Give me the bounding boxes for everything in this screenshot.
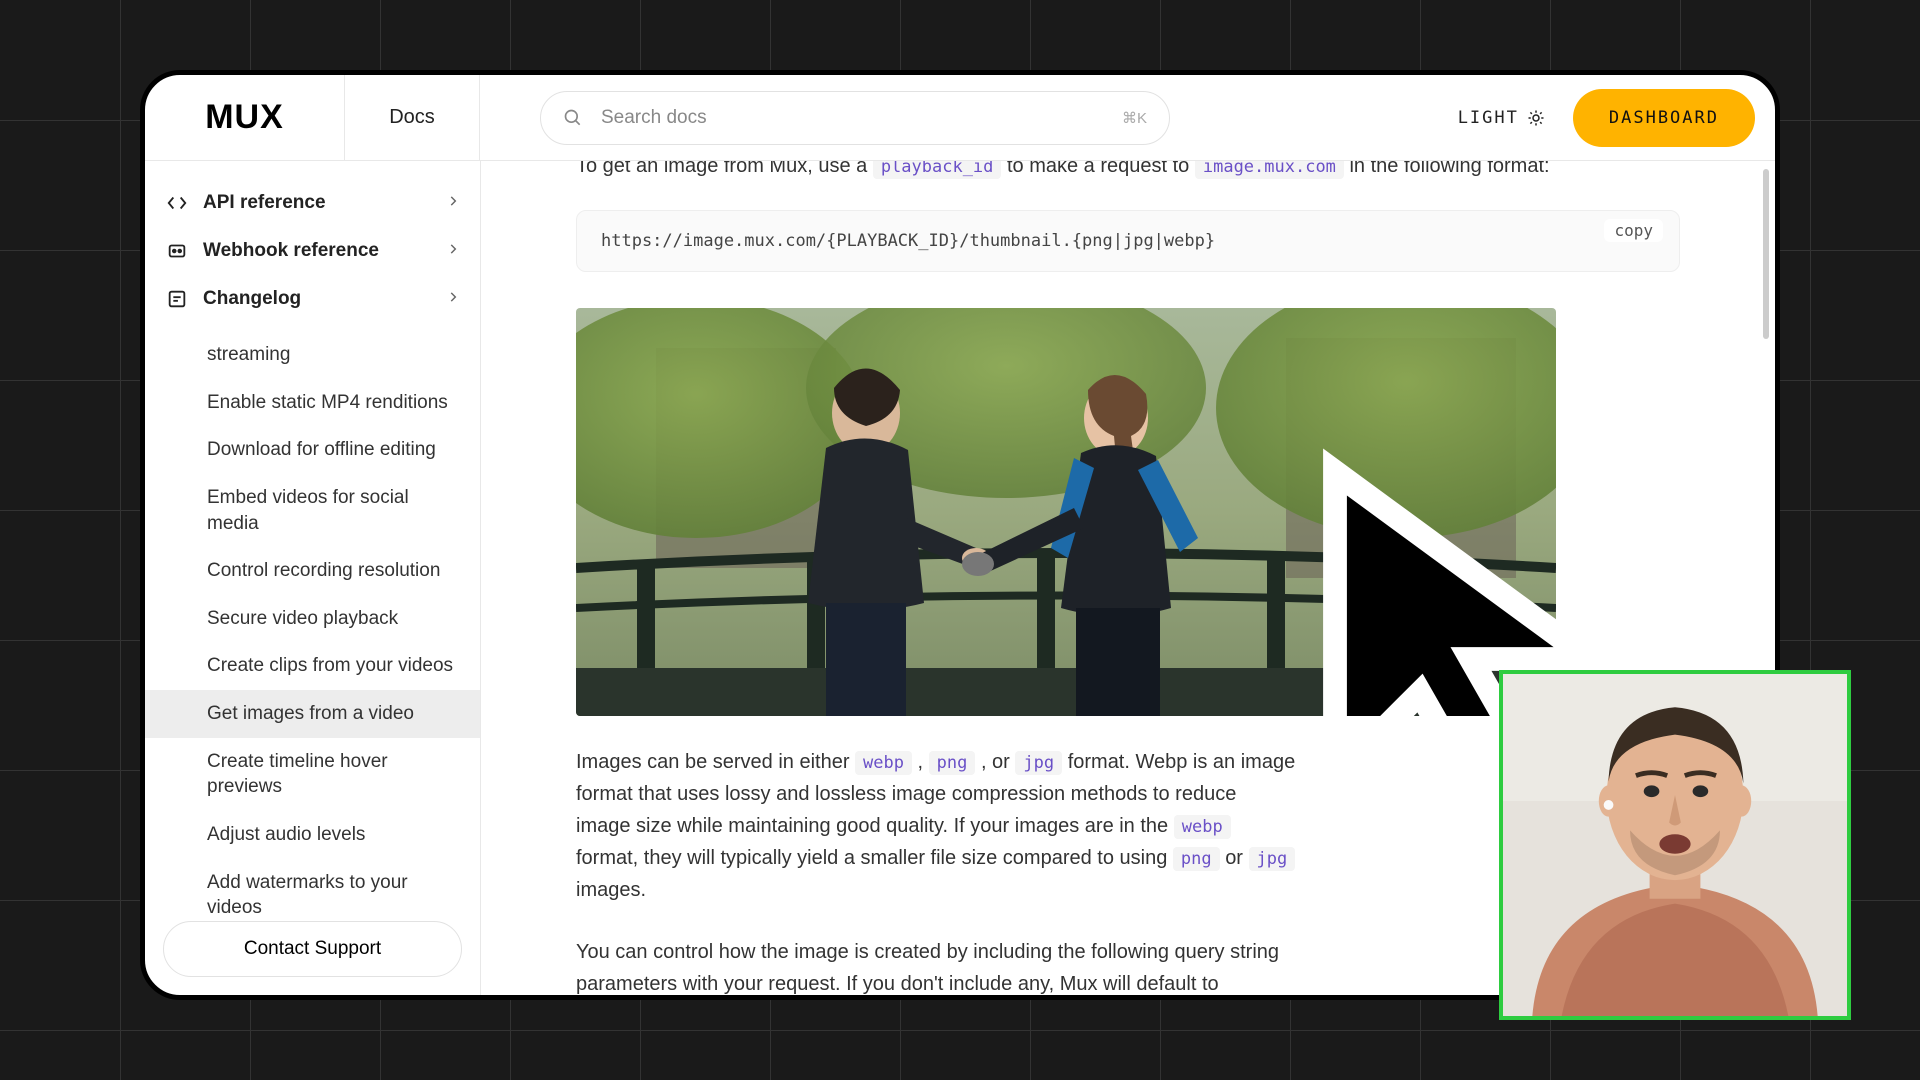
cursor-icon bbox=[981, 438, 1556, 716]
sidebar-item[interactable]: Control recording resolution bbox=[165, 547, 460, 595]
search-shortcut: ⌘K bbox=[1122, 109, 1147, 127]
copy-button[interactable]: copy bbox=[1604, 219, 1663, 242]
sidebar-section-webhook-reference[interactable]: Webhook reference bbox=[165, 227, 460, 275]
sidebar-section-label: Changelog bbox=[203, 288, 301, 310]
docs-label: Docs bbox=[389, 106, 435, 129]
sidebar-item[interactable]: Create timeline hover previews bbox=[165, 738, 460, 811]
dashboard-label: DASHBOARD bbox=[1609, 108, 1719, 128]
code-inline: image.mux.com bbox=[1195, 161, 1344, 179]
thumbnail-image bbox=[576, 308, 1556, 716]
chevron-right-icon bbox=[446, 192, 460, 214]
dashboard-button[interactable]: DASHBOARD bbox=[1573, 89, 1755, 147]
intro-paragraph: To get an image from Mux, use a playback… bbox=[576, 161, 1680, 182]
text: images. bbox=[576, 879, 646, 901]
text: format, they will typically yield a smal… bbox=[576, 847, 1173, 869]
code-inline: webp bbox=[855, 751, 912, 775]
sidebar-item-label: Control recording resolution bbox=[207, 560, 440, 581]
code-inline: webp bbox=[1174, 815, 1231, 839]
logo-cell: MUX bbox=[145, 75, 345, 160]
webcam-overlay bbox=[1499, 670, 1851, 1020]
sidebar-item-active[interactable]: Get images from a video bbox=[145, 690, 480, 738]
code-inline: jpg bbox=[1015, 751, 1062, 775]
theme-label: LIGHT bbox=[1458, 108, 1519, 128]
text: to make a request to bbox=[1007, 161, 1195, 177]
top-bar: MUX Docs Search docs ⌘K LIGHT DASHBOARD bbox=[145, 75, 1775, 161]
sidebar-section-changelog[interactable]: Changelog bbox=[165, 275, 460, 323]
sidebar-item[interactable]: Enable static MP4 renditions bbox=[165, 379, 460, 427]
paragraph: You can control how the image is created… bbox=[576, 936, 1296, 995]
support-label: Contact Support bbox=[244, 938, 381, 960]
paragraph: Images can be served in either webp , pn… bbox=[576, 746, 1296, 906]
text: , bbox=[912, 751, 929, 773]
sidebar-section-label: API reference bbox=[203, 192, 326, 214]
code-inline: playback_id bbox=[873, 161, 1002, 179]
sidebar-item[interactable]: streaming bbox=[165, 331, 460, 379]
sidebar-item[interactable]: Download for offline editing bbox=[165, 426, 460, 474]
sidebar-item-label: Get images from a video bbox=[207, 703, 414, 724]
sidebar-item-label: Enable static MP4 renditions bbox=[207, 392, 448, 413]
sidebar-item[interactable]: Create clips from your videos bbox=[165, 642, 460, 690]
text: or bbox=[1225, 847, 1248, 869]
api-icon bbox=[165, 191, 189, 215]
sun-icon bbox=[1527, 109, 1545, 127]
sidebar-item-label: Download for offline editing bbox=[207, 439, 436, 460]
search-input[interactable]: Search docs ⌘K bbox=[540, 91, 1170, 145]
sidebar-item[interactable]: Adjust audio levels bbox=[165, 811, 460, 859]
text: , or bbox=[975, 751, 1015, 773]
code-inline: png bbox=[1173, 847, 1220, 871]
sidebar: API reference Webhook reference bbox=[145, 161, 481, 995]
text: in the following format: bbox=[1349, 161, 1549, 177]
code-block: copy https://image.mux.com/{PLAYBACK_ID}… bbox=[576, 210, 1680, 272]
text: You can control how the image is created… bbox=[576, 941, 1279, 995]
text: Images can be served in either bbox=[576, 751, 855, 773]
code-text: https://image.mux.com/{PLAYBACK_ID}/thum… bbox=[601, 231, 1215, 251]
search-placeholder: Search docs bbox=[601, 107, 1122, 129]
chevron-right-icon bbox=[446, 288, 460, 310]
search-icon bbox=[563, 108, 583, 128]
chevron-right-icon bbox=[446, 240, 460, 262]
sidebar-item[interactable]: Add watermarks to your videos bbox=[165, 859, 460, 921]
theme-toggle[interactable]: LIGHT bbox=[1458, 108, 1545, 128]
sidebar-item-label: Adjust audio levels bbox=[207, 824, 365, 845]
webhook-icon bbox=[165, 239, 189, 263]
sidebar-section-label: Webhook reference bbox=[203, 240, 379, 262]
search-wrap: Search docs ⌘K bbox=[480, 91, 1458, 145]
scrollbar[interactable] bbox=[1763, 169, 1769, 339]
sidebar-item-label: Add watermarks to your videos bbox=[207, 872, 408, 919]
sidebar-scroll[interactable]: API reference Webhook reference bbox=[145, 161, 480, 921]
sidebar-item-label: streaming bbox=[207, 344, 290, 365]
sidebar-item-label: Create clips from your videos bbox=[207, 655, 453, 676]
sidebar-item-label: Create timeline hover previews bbox=[207, 751, 388, 798]
sidebar-item[interactable]: Secure video playback bbox=[165, 595, 460, 643]
text: To get an image from Mux, use a bbox=[576, 161, 873, 177]
logo[interactable]: MUX bbox=[205, 98, 284, 137]
changelog-icon bbox=[165, 287, 189, 311]
sidebar-item-label: Secure video playback bbox=[207, 608, 398, 629]
code-inline: jpg bbox=[1249, 847, 1296, 871]
sidebar-section-api-reference[interactable]: API reference bbox=[165, 179, 460, 227]
code-inline: png bbox=[929, 751, 976, 775]
docs-link[interactable]: Docs bbox=[345, 75, 480, 160]
contact-support-button[interactable]: Contact Support bbox=[163, 921, 462, 977]
sidebar-sublist: streaming Enable static MP4 renditions D… bbox=[165, 331, 460, 921]
sidebar-item-label: Embed videos for social media bbox=[207, 487, 409, 534]
sidebar-item[interactable]: Embed videos for social media bbox=[165, 474, 460, 547]
